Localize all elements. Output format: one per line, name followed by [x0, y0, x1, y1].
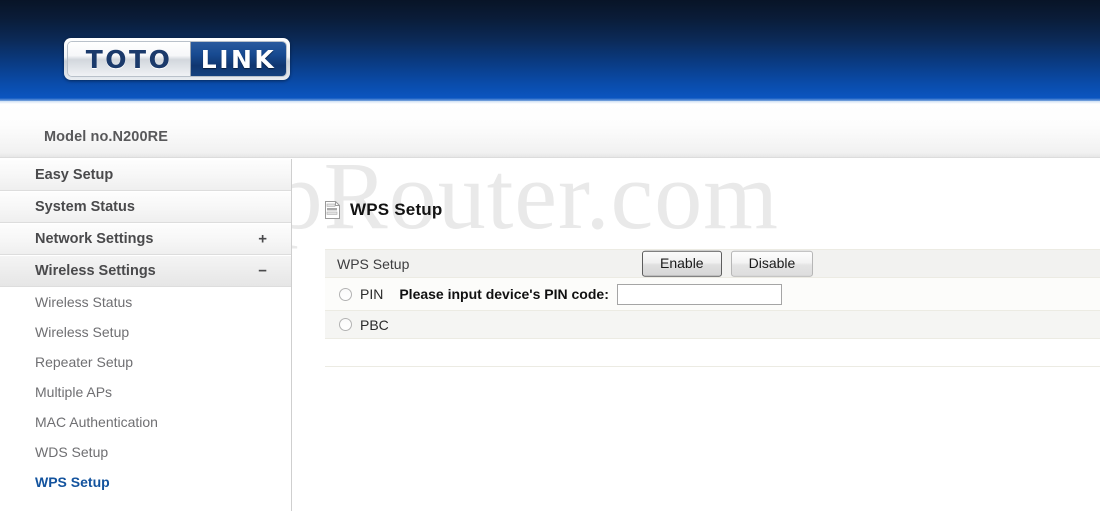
wps-setup-form: WPS Setup Enable Disable PIN Please inpu… [325, 249, 1100, 395]
sidebar-subitem-label: Repeater Setup [35, 354, 134, 370]
sidebar-item-wireless-settings[interactable]: Wireless Settings − [0, 255, 291, 287]
form-spacer-row [325, 339, 1100, 367]
pin-code-input[interactable] [616, 283, 782, 305]
sidebar-item-easy-setup[interactable]: Easy Setup [0, 159, 291, 191]
sidebar-item-wireless-setup[interactable]: Wireless Setup [0, 317, 291, 347]
sidebar-subitem-label: Multiple APs [35, 384, 113, 400]
sidebar-item-label: Network Settings [35, 231, 154, 247]
sidebar-subitem-label: MAC Authentication [35, 414, 158, 430]
wps-setup-row: WPS Setup Enable Disable [325, 249, 1100, 278]
sidebar-item-network-settings[interactable]: Network Settings + [0, 223, 291, 255]
model-bar: Model no.N200RE [0, 104, 1100, 158]
sidebar-subitem-label: WDS Setup [35, 444, 109, 460]
document-list-icon [325, 201, 341, 219]
logo-toto-block: TOTO [68, 42, 191, 76]
wps-mode-button-group: Enable Disable [642, 250, 814, 277]
pin-radio-label: PIN [360, 286, 384, 302]
router-admin-page: TOTO LINK Model no.N200RE SetupRouter.co… [0, 0, 1100, 511]
sidebar-item-multiple-aps[interactable]: Multiple APs [0, 377, 291, 407]
form-footer-row [325, 367, 1100, 395]
page-title: WPS Setup [350, 200, 443, 219]
sidebar-item-label: Wireless Settings [35, 263, 156, 279]
totolink-logo[interactable]: TOTO LINK [64, 38, 290, 80]
sidebar-item-label: System Status [35, 199, 135, 215]
sidebar-item-wps-setup[interactable]: WPS Setup [0, 467, 291, 497]
sidebar-item-label: Easy Setup [35, 167, 114, 183]
sidebar-subitem-label: Wireless Setup [35, 324, 130, 340]
sidebar-item-wds-setup[interactable]: WDS Setup [0, 437, 291, 467]
collapse-minus-icon[interactable]: − [258, 264, 267, 279]
disable-button[interactable]: Disable [730, 250, 814, 277]
header-banner: TOTO LINK [0, 0, 1100, 101]
expand-plus-icon[interactable]: + [258, 232, 267, 247]
pbc-radio-label: PBC [360, 316, 389, 333]
pbc-radio-button[interactable] [339, 318, 352, 331]
pbc-row: PBC [325, 311, 1100, 339]
pin-radio-button[interactable] [339, 287, 352, 301]
logo-link-text: LINK [200, 44, 277, 74]
sidebar-navigation: Easy Setup System Status Network Setting… [0, 159, 292, 511]
sidebar-subitem-label: WPS Setup [35, 474, 110, 490]
sidebar-item-wireless-status[interactable]: Wireless Status [0, 287, 291, 317]
sidebar-item-mac-authentication[interactable]: MAC Authentication [0, 407, 291, 437]
logo-toto-text: TOTO [85, 44, 173, 74]
main-content: WPS Setup WPS Setup Enable Disable PIN P… [293, 159, 1100, 511]
wps-setup-row-label: WPS Setup [337, 255, 410, 272]
logo-inner: TOTO LINK [67, 41, 287, 77]
sidebar-item-repeater-setup[interactable]: Repeater Setup [0, 347, 291, 377]
logo-link-block: LINK [190, 42, 286, 76]
pin-cell: PIN Please input device's PIN code: [339, 283, 782, 305]
enable-button[interactable]: Enable [642, 250, 722, 277]
pbc-cell: PBC [339, 317, 389, 333]
pin-prompt-label: Please input device's PIN code: [399, 286, 609, 302]
sidebar-item-system-status[interactable]: System Status [0, 191, 291, 223]
pin-row: PIN Please input device's PIN code: [325, 278, 1100, 311]
model-number-label: Model no.N200RE [44, 129, 168, 145]
page-title-row: WPS Setup [325, 200, 442, 220]
sidebar-subitem-label: Wireless Status [35, 294, 133, 310]
